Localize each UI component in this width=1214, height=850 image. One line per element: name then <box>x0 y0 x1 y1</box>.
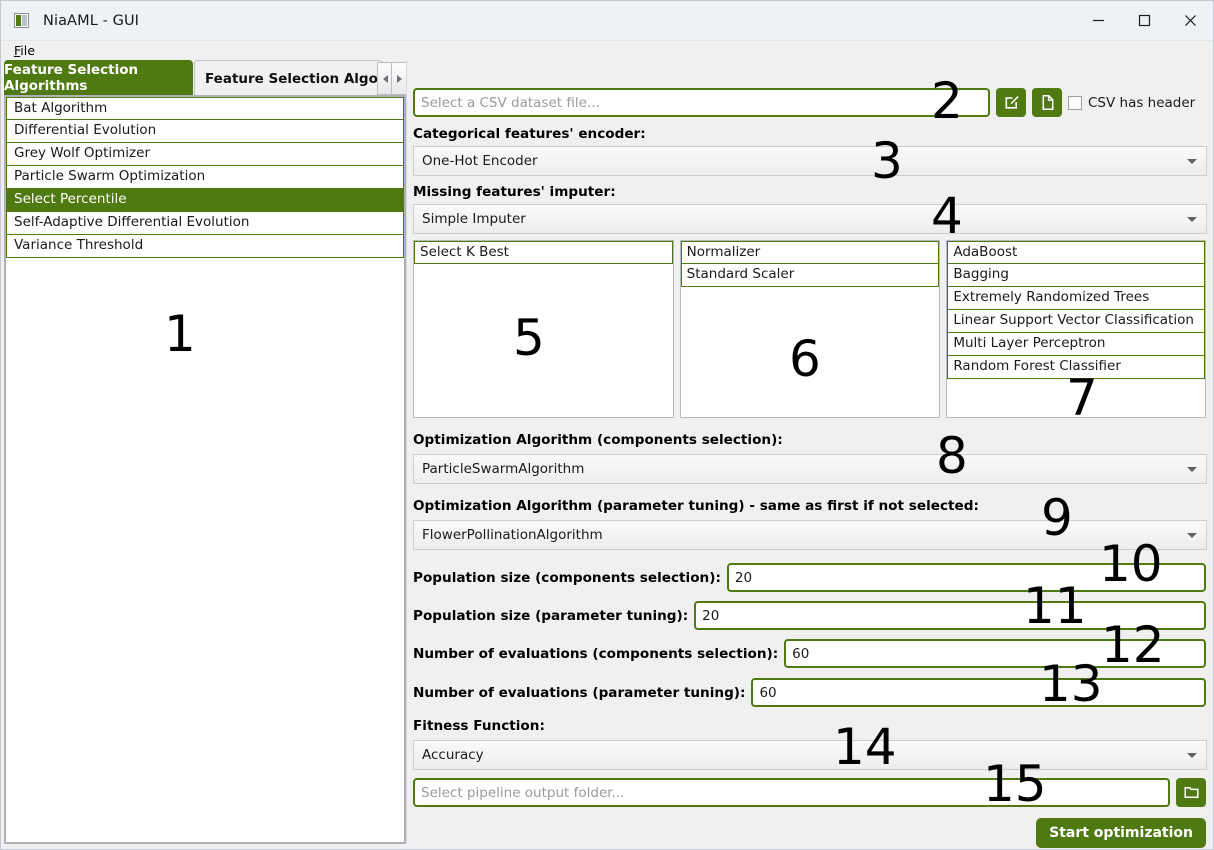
classifier-list[interactable]: AdaBoost Bagging Extremely Randomized Tree… <box>946 240 1207 418</box>
list-item[interactable]: AdaBoost <box>947 241 1206 264</box>
close-icon[interactable] <box>1167 1 1213 41</box>
csv-dataset-input[interactable]: Select a CSV dataset file... <box>413 88 990 117</box>
feature-selection-list-item[interactable]: Differential Evolution <box>6 120 404 143</box>
chevron-down-icon <box>1187 467 1197 472</box>
title-bar: NiaAML - GUI <box>1 1 1213 41</box>
optimization-tuning-label: Optimization Algorithm (parameter tuning… <box>413 498 979 514</box>
feature-scaler-list[interactable]: Normalizer Standard Scaler <box>679 240 941 418</box>
component-lists-row: Select K Best Normalizer Standard Scaler … <box>413 240 1207 418</box>
menu-bar: File <box>1 41 1213 61</box>
chevron-down-icon <box>1187 159 1197 164</box>
eval-components-label: Number of evaluations (components select… <box>413 645 779 662</box>
optimization-tuning-value: FlowerPollinationAlgorithm <box>422 527 603 543</box>
menu-item-file[interactable]: File <box>14 42 35 58</box>
output-folder-row: Select pipeline output folder... <box>413 778 1206 807</box>
pop-components-row: Population size (components selection): … <box>413 563 1206 592</box>
fitness-function-value: Accuracy <box>422 747 484 763</box>
csv-has-header-checkbox[interactable] <box>1068 95 1082 110</box>
optimization-components-label: Optimization Algorithm (components selec… <box>413 432 783 448</box>
list-item[interactable]: Standard Scaler <box>680 264 940 287</box>
pop-components-label: Population size (components selection): <box>413 569 721 586</box>
feature-selection-list-item[interactable]: Particle Swarm Optimization <box>6 166 404 189</box>
start-optimization-label: Start optimization <box>1049 825 1193 841</box>
application-window: NiaAML - GUI File Feature Selection Algo… <box>0 0 1214 850</box>
tab-label: Feature Selection Algorithms <box>205 70 383 87</box>
feature-selection-list[interactable]: Bat Algorithm Differential Evolution Grey … <box>6 97 404 258</box>
menu-item-file-rest: ile <box>20 42 35 58</box>
fitness-function-label: Fitness Function: <box>413 718 545 734</box>
feature-selection-list-item[interactable]: Select Percentile <box>6 189 404 212</box>
edit-square-icon[interactable] <box>996 88 1026 117</box>
pop-tuning-input[interactable]: 20 <box>694 601 1206 630</box>
fitness-function-select[interactable]: Accuracy <box>413 740 1207 770</box>
list-item[interactable]: Bagging <box>947 264 1206 287</box>
file-document-icon[interactable] <box>1032 88 1062 117</box>
optimization-components-select[interactable]: ParticleSwarmAlgorithm <box>413 454 1207 484</box>
feature-selection-method-list[interactable]: Select K Best <box>413 240 674 418</box>
imputer-value: Simple Imputer <box>422 211 526 227</box>
chevron-down-icon <box>1187 217 1197 222</box>
tab-feature-selection-algorithms-second[interactable]: Feature Selection Algorithms <box>194 60 383 96</box>
pop-components-input[interactable]: 20 <box>726 563 1206 592</box>
optimization-components-value: ParticleSwarmAlgorithm <box>422 461 585 477</box>
list-item[interactable]: Select K Best <box>414 241 673 264</box>
actions-row: Start optimization <box>413 818 1206 848</box>
list-item[interactable]: Random Forest Classifier <box>947 356 1206 379</box>
encoder-label: Categorical features' encoder: <box>413 126 646 142</box>
encoder-value: One-Hot Encoder <box>422 153 538 169</box>
window-controls <box>1075 1 1213 41</box>
imputer-select[interactable]: Simple Imputer <box>413 204 1207 234</box>
eval-components-input[interactable]: 60 <box>784 639 1206 668</box>
window-title: NiaAML - GUI <box>43 12 140 29</box>
feature-selection-list-item[interactable]: Bat Algorithm <box>6 97 404 120</box>
pop-tuning-row: Population size (parameter tuning): 20 <box>413 601 1206 630</box>
list-item[interactable]: Linear Support Vector Classification <box>947 310 1206 333</box>
chevron-down-icon <box>1187 533 1197 538</box>
tab-label: Feature Selection Algorithms <box>4 62 139 94</box>
feature-selection-list-item[interactable]: Variance Threshold <box>6 235 404 258</box>
tab-feature-selection-algorithms-active[interactable]: Feature Selection Algorithms <box>4 60 193 96</box>
chevron-down-icon <box>1187 753 1197 758</box>
pop-tuning-label: Population size (parameter tuning): <box>413 607 689 624</box>
eval-components-row: Number of evaluations (components select… <box>413 639 1206 668</box>
maximize-icon[interactable] <box>1121 1 1167 41</box>
optimization-tuning-select[interactable]: FlowerPollinationAlgorithm <box>413 520 1207 550</box>
dataset-row: Select a CSV dataset file... CSV has hea… <box>413 88 1206 117</box>
eval-tuning-row: Number of evaluations (parameter tuning)… <box>413 678 1206 707</box>
list-item[interactable]: Normalizer <box>680 241 940 264</box>
encoder-select[interactable]: One-Hot Encoder <box>413 146 1207 176</box>
tab-bar: Feature Selection Algorithms Feature Sel… <box>4 60 408 96</box>
minimize-icon[interactable] <box>1075 1 1121 41</box>
eval-tuning-input[interactable]: 60 <box>751 678 1206 707</box>
folder-icon[interactable] <box>1176 778 1206 807</box>
list-item[interactable]: Extremely Randomized Trees <box>947 287 1206 310</box>
start-optimization-button[interactable]: Start optimization <box>1036 818 1206 848</box>
feature-selection-list-item[interactable]: Grey Wolf Optimizer <box>6 143 404 166</box>
output-folder-input[interactable]: Select pipeline output folder... <box>413 778 1170 807</box>
list-item[interactable]: Multi Layer Perceptron <box>947 333 1206 356</box>
feature-selection-list-item[interactable]: Self-Adaptive Differential Evolution <box>6 212 404 235</box>
feature-selection-algorithms-panel: Bat Algorithm Differential Evolution Grey … <box>4 95 406 844</box>
eval-tuning-label: Number of evaluations (parameter tuning)… <box>413 684 746 701</box>
imputer-label: Missing features' imputer: <box>413 184 616 200</box>
app-logo-icon <box>14 13 29 28</box>
csv-has-header-label: CSV has header <box>1088 94 1196 111</box>
settings-panel: Select a CSV dataset file... CSV has hea… <box>406 60 1212 848</box>
